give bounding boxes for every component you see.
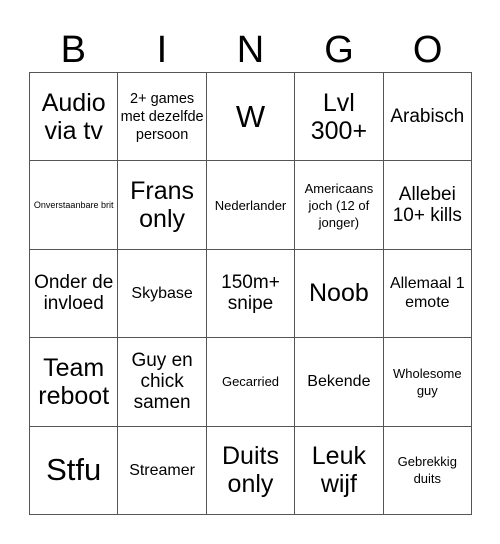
bingo-cell[interactable]: Noob [295, 249, 384, 339]
bingo-cell[interactable]: Nederlander [206, 161, 296, 250]
bingo-cell[interactable]: Skybase [118, 249, 207, 339]
bingo-cell[interactable]: Frans only [118, 161, 207, 250]
bingo-cell[interactable]: Gebrekkig duits [383, 426, 472, 515]
bingo-cell[interactable]: Onder de invloed [30, 249, 119, 339]
bingo-cell[interactable]: Wholesome guy [383, 338, 472, 427]
bingo-cell[interactable]: Americaans joch (12 of jonger) [295, 161, 384, 250]
header-letter-o: O [412, 29, 443, 71]
bingo-cell[interactable]: Audio via tv [30, 73, 119, 162]
bingo-cell[interactable]: Allemaal 1 emote [383, 249, 472, 339]
bingo-cell[interactable]: W [206, 73, 296, 162]
bingo-cell[interactable]: Team reboot [30, 338, 119, 427]
bingo-cell[interactable]: Guy en chick samen [118, 338, 207, 427]
bingo-cell[interactable]: Stfu [30, 426, 119, 515]
header-letter-i: I [156, 29, 168, 71]
bingo-cell[interactable]: 150m+ snipe [206, 249, 296, 339]
bingo-grid: Audio via tv 2+ games met dezelfde persoo… [29, 72, 472, 515]
bingo-cell[interactable]: Leuk wijf [295, 426, 384, 515]
bingo-cell[interactable]: Gecarried [206, 338, 296, 427]
bingo-header: B I N G O [29, 28, 472, 72]
bingo-cell[interactable]: Allebei 10+ kills [383, 161, 472, 250]
bingo-cell[interactable]: Duits only [206, 426, 296, 515]
bingo-cell[interactable]: Streamer [118, 426, 207, 515]
bingo-cell[interactable]: 2+ games met dezelfde persoon [118, 73, 207, 162]
header-letter-b: B [60, 29, 86, 71]
bingo-cell[interactable]: Bekende [295, 338, 384, 427]
bingo-cell[interactable]: Onverstaanbare brit [30, 161, 119, 250]
header-letter-g: G [324, 29, 354, 71]
header-letter-n: N [236, 29, 265, 71]
bingo-cell[interactable]: Arabisch [383, 73, 472, 162]
bingo-cell[interactable]: Lvl 300+ [295, 73, 384, 162]
